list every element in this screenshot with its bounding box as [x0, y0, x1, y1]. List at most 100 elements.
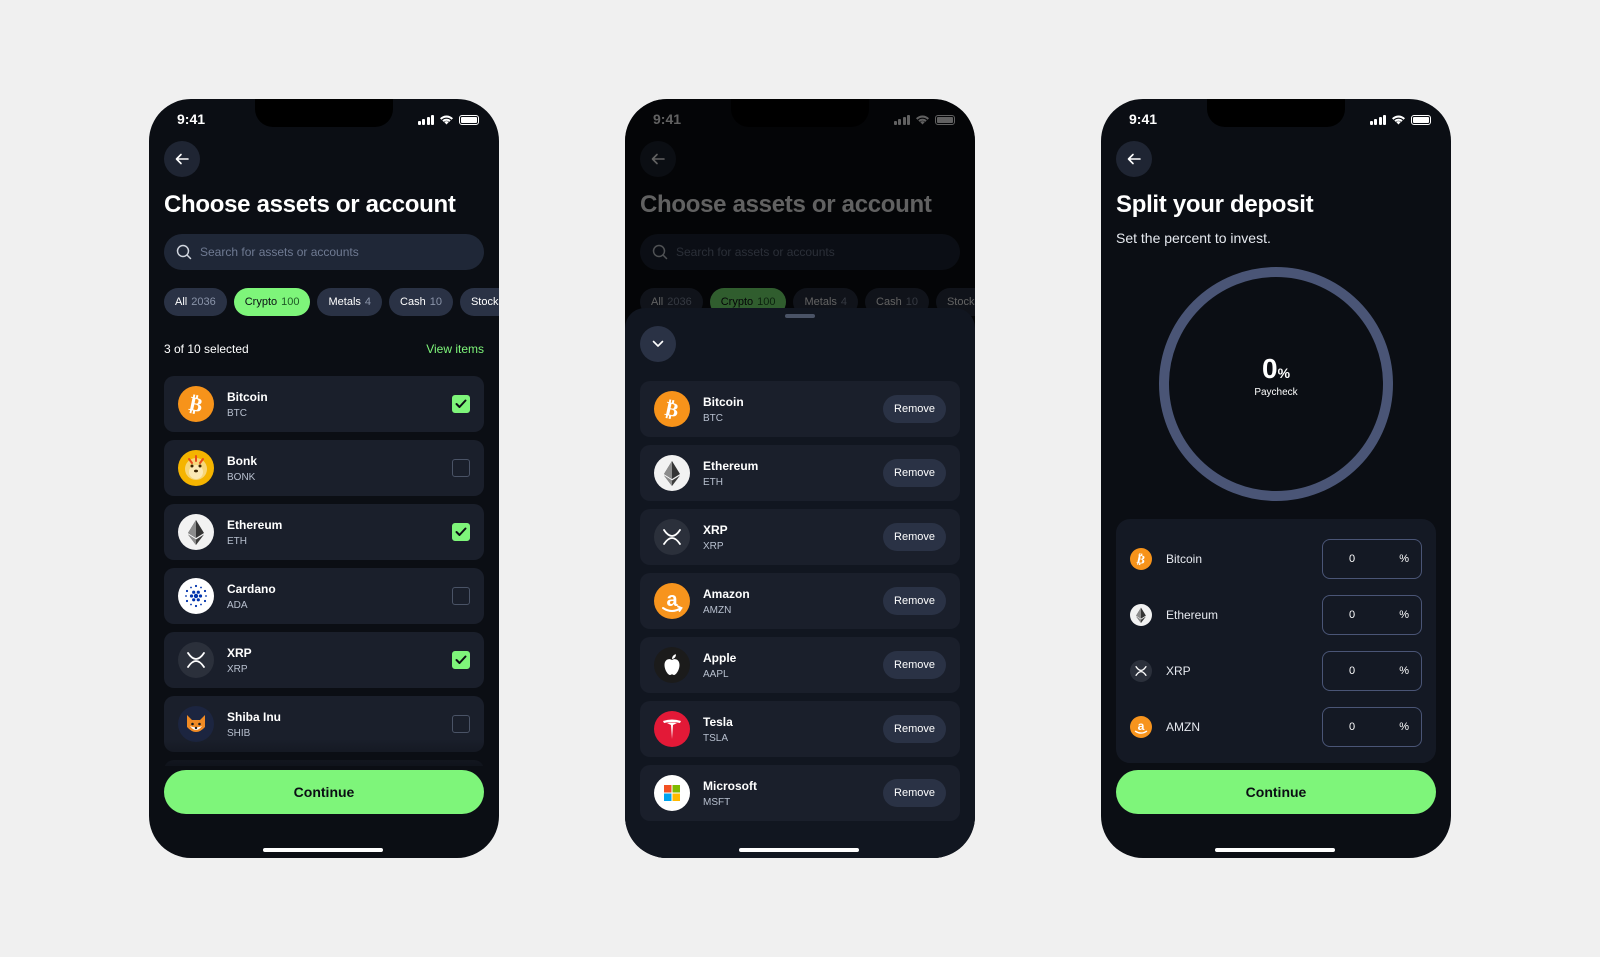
asset-list: ₿ Bitcoin BTC Bonk BONK Ethereum ETH Cardan… — [164, 376, 484, 766]
list-fade — [1116, 751, 1436, 763]
collapse-button[interactable] — [640, 326, 676, 362]
apple-icon — [654, 647, 690, 683]
asset-name: Bonk — [227, 453, 257, 468]
checkbox[interactable] — [452, 523, 470, 541]
list-item[interactable]: Bonk BONK — [164, 440, 484, 496]
item-ticker: TSLA — [703, 732, 729, 744]
bitcoin-icon: ₿ — [178, 386, 214, 422]
battery-icon — [459, 114, 479, 125]
list-item[interactable]: Ethereum ETH — [164, 504, 484, 560]
microsoft-icon — [654, 775, 690, 811]
item-name: Ethereum — [703, 458, 759, 473]
svg-text:₿: ₿ — [663, 396, 681, 422]
amazon-icon: a — [654, 583, 690, 619]
remove-button[interactable]: Remove — [883, 779, 946, 807]
battery-icon — [1411, 114, 1431, 125]
allocation-row: a AMZN 0% — [1116, 699, 1436, 755]
list-item[interactable]: XRP XRP — [164, 632, 484, 688]
percent-value: 0 — [1349, 665, 1356, 677]
list-item[interactable]: Cardano ADA — [164, 568, 484, 624]
remove-button[interactable]: Remove — [883, 587, 946, 615]
chip-all[interactable]: All2036 — [164, 288, 227, 316]
percent-input[interactable]: 0% — [1322, 595, 1422, 635]
percent-value: 0 — [1349, 721, 1356, 733]
selection-summary: 3 of 10 selected View items — [164, 342, 484, 356]
view-items-link[interactable]: View items — [426, 342, 484, 356]
checkbox[interactable] — [452, 715, 470, 733]
chip-count: 2036 — [191, 296, 216, 308]
item-name: Tesla — [703, 714, 733, 729]
percent-value: 0 — [1349, 553, 1356, 565]
asset-ticker: ETH — [227, 535, 247, 547]
home-indicator — [1215, 848, 1335, 852]
chip-cash[interactable]: Cash10 — [389, 288, 453, 316]
asset-name: Bitcoin — [227, 389, 268, 404]
svg-text:a: a — [666, 589, 678, 611]
continue-button[interactable]: Continue — [164, 770, 484, 814]
shiba-inu-icon — [178, 706, 214, 742]
status-bar: 9:41 — [149, 111, 499, 131]
chip-label: Cash — [400, 296, 426, 308]
check-icon — [455, 399, 467, 408]
percent-input[interactable]: 0% — [1322, 539, 1422, 579]
remove-button[interactable]: Remove — [883, 523, 946, 551]
back-button[interactable] — [1116, 141, 1152, 177]
sheet-grabber[interactable] — [785, 314, 815, 318]
ethereum-icon — [654, 455, 690, 491]
remove-button[interactable]: Remove — [883, 651, 946, 679]
wifi-icon — [440, 115, 453, 125]
allocation-name: XRP — [1166, 664, 1191, 678]
asset-name: Ethereum — [227, 517, 283, 532]
item-name: XRP — [703, 522, 728, 537]
page-title: Split your deposit — [1116, 191, 1314, 218]
chip-metals[interactable]: Metals4 — [317, 288, 383, 316]
list-item: Microsoft MSFT Remove — [640, 765, 960, 821]
item-name: Apple — [703, 650, 737, 665]
list-item[interactable]: ₿ Bitcoin BTC — [164, 376, 484, 432]
item-name: Amazon — [703, 586, 750, 601]
bitcoin-icon: ₿ — [1130, 548, 1152, 570]
bonk-icon — [178, 450, 214, 486]
allocation-name: Bitcoin — [1166, 552, 1203, 566]
xrp-icon — [1130, 660, 1152, 682]
xrp-icon — [178, 642, 214, 678]
svg-text:₿: ₿ — [1135, 552, 1146, 567]
check-icon — [455, 527, 467, 536]
asset-ticker: BONK — [227, 471, 256, 483]
bitcoin-icon: ₿ — [654, 391, 690, 427]
back-button[interactable] — [164, 141, 200, 177]
allocation-ring: 0% Paycheck — [1157, 265, 1395, 503]
allocation-list: ₿ Bitcoin 0% Ethereum 0% XRP 0% a AMZN 0… — [1116, 519, 1436, 763]
percent-input[interactable]: 0% — [1322, 651, 1422, 691]
remove-button[interactable]: Remove — [883, 459, 946, 487]
chip-label: Stocks — [470, 296, 499, 308]
percent-input[interactable]: 0% — [1322, 707, 1422, 747]
ethereum-icon — [1130, 604, 1152, 626]
home-indicator — [739, 848, 859, 852]
list-item: a Amazon AMZN Remove — [640, 573, 960, 629]
remove-button[interactable]: Remove — [883, 715, 946, 743]
chip-count: 10 — [429, 296, 442, 308]
bottom-sheet: ₿ Bitcoin BTC Remove Ethereum ETH Remove X… — [625, 308, 975, 858]
asset-name: Cardano — [227, 581, 276, 596]
asset-ticker: ADA — [227, 599, 248, 611]
checkbox[interactable] — [452, 651, 470, 669]
search-bar[interactable] — [164, 234, 484, 270]
signal-icon — [417, 114, 434, 125]
item-ticker: XRP — [703, 540, 724, 552]
item-ticker: ETH — [703, 476, 723, 488]
home-indicator — [263, 848, 383, 852]
ethereum-icon — [178, 514, 214, 550]
percent-unit: % — [1399, 609, 1409, 621]
item-ticker: MSFT — [703, 796, 731, 808]
chip-stocks[interactable]: Stocks — [459, 288, 499, 316]
checkbox[interactable] — [452, 395, 470, 413]
continue-button[interactable]: Continue — [1116, 770, 1436, 814]
checkbox[interactable] — [452, 587, 470, 605]
chip-crypto[interactable]: Crypto100 — [233, 288, 311, 316]
checkbox[interactable] — [452, 459, 470, 477]
percent-unit: % — [1399, 665, 1409, 677]
remove-button[interactable]: Remove — [883, 395, 946, 423]
search-input[interactable] — [200, 245, 460, 259]
allocation-name: Ethereum — [1166, 608, 1219, 622]
